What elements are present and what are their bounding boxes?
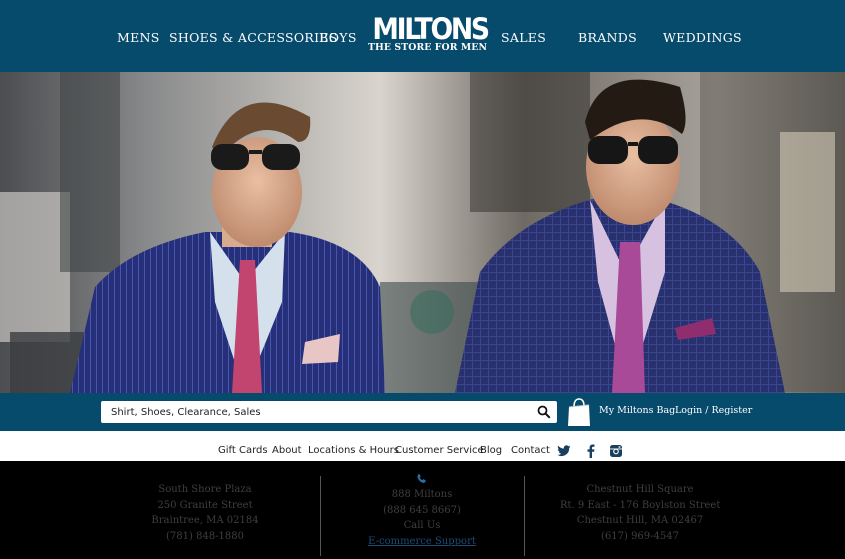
nav-brands[interactable]: BRANDS [578,30,637,45]
footer-link-bar: Gift Cards About Locations & Hours Custo… [0,431,845,461]
footer-link-gift-cards[interactable]: Gift Cards [218,445,268,456]
footer-link-blog[interactable]: Blog [480,445,502,456]
hero-photo [0,72,845,393]
logo-tagline: THE STORE FOR MEN [368,42,488,53]
top-navigation: MENS SHOES & ACCESSORIES BOYS MILTONS TH… [0,0,845,72]
nav-shoes-accessories[interactable]: SHOES & ACCESSORIES [169,30,338,45]
footer-link-about[interactable]: About [272,445,302,456]
facebook-icon[interactable] [584,444,598,458]
footer-link-locations-hours[interactable]: Locations & Hours [308,445,399,456]
store-address: 250 Granite Street [157,499,253,511]
ecommerce-contact: 888 Miltons (888 645 8667) Call Us E-com… [347,473,497,549]
search-box [101,401,557,423]
footer-divider [320,476,321,556]
store-address: Rt. 9 East - 176 Boylston Street [560,499,721,511]
login-register-link[interactable]: Login / Register [675,405,752,416]
store-chestnut-hill: Chestnut Hill Square Rt. 9 East - 176 Bo… [560,482,720,544]
nav-sales[interactable]: SALES [501,30,546,45]
ecommerce-phone-name: 888 Miltons [391,489,453,500]
store-name: South Shore Plaza [158,484,252,495]
logo-wordmark: MILTONS [372,12,490,46]
store-city: Braintree, MA 02184 [151,515,259,527]
store-info-footer: South Shore Plaza 250 Granite Street Bra… [0,461,845,559]
ecommerce-support-link[interactable]: E-commerce Support [347,534,497,550]
phone-icon [417,473,426,483]
nav-weddings[interactable]: WEDDINGS [663,30,742,45]
footer-link-customer-service[interactable]: Customer Service [395,445,484,456]
nav-mens[interactable]: MENS [117,30,160,45]
store-phone: (617) 969-4547 [601,530,679,542]
twitter-icon[interactable] [557,444,571,458]
store-city: Chestnut Hill, MA 02467 [576,515,704,527]
footer-divider [524,476,525,556]
nav-boys[interactable]: BOYS [319,30,357,45]
miltons-logo[interactable]: MILTONS THE STORE FOR MEN [368,12,490,58]
footer-link-contact[interactable]: Contact [511,445,550,456]
hero-banner[interactable] [0,72,845,393]
shopping-bag-icon[interactable] [566,397,592,427]
search-input[interactable] [101,401,531,423]
search-icon[interactable] [537,405,551,419]
my-bag-link[interactable]: My Miltons Bag [599,405,675,416]
ecommerce-phone-number: (888 645 8667) [383,504,461,516]
store-phone: (781) 848-1880 [166,530,244,542]
store-name: Chestnut Hill Square [586,484,694,495]
call-us-label: Call Us [403,520,441,532]
store-south-shore: South Shore Plaza 250 Granite Street Bra… [130,482,280,544]
instagram-icon[interactable] [609,444,623,458]
